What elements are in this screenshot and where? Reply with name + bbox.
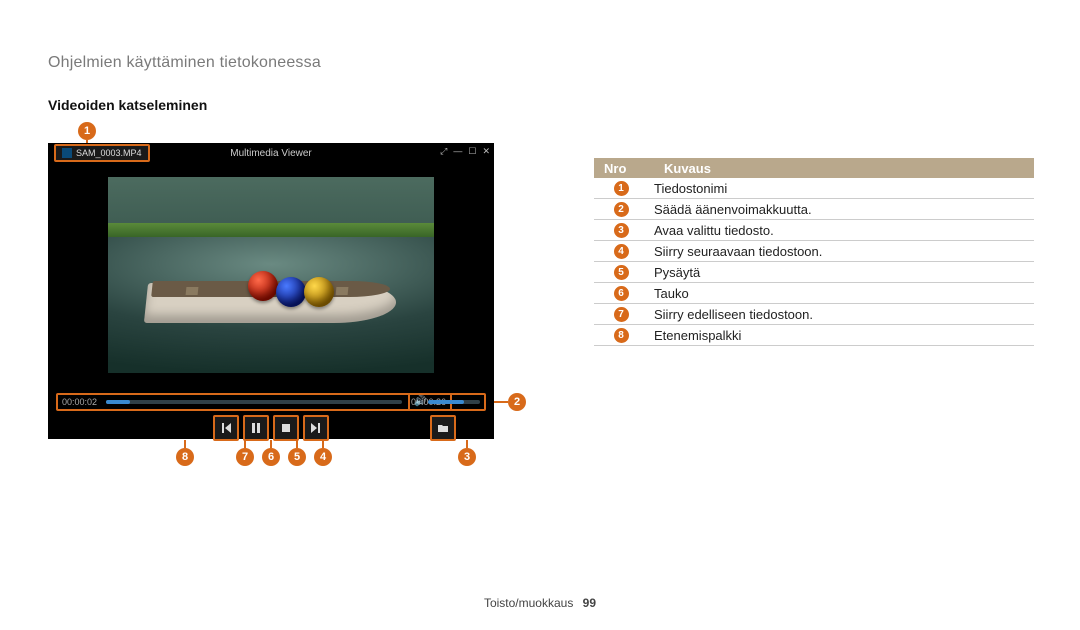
footer-page: 99 (583, 596, 596, 610)
stop-icon (280, 422, 292, 434)
minimize-icon[interactable]: — (453, 146, 462, 157)
legend-table: Nro Kuvaus 1 Tiedostonimi 2 Säädä äänenv… (594, 158, 1034, 346)
prev-button[interactable] (213, 415, 239, 441)
skip-next-icon (310, 422, 322, 434)
row-desc: Tauko (648, 286, 1034, 301)
row-num: 7 (614, 307, 629, 322)
table-row: 2 Säädä äänenvoimakkuutta. (594, 199, 1034, 220)
callout-6: 6 (262, 448, 280, 466)
row-num: 1 (614, 181, 629, 196)
volume-control[interactable]: 🔊 (408, 393, 486, 411)
folder-icon (437, 422, 449, 434)
callout-1: 1 (78, 122, 96, 140)
row-desc: Etenemispalkki (648, 328, 1034, 343)
time-current: 00:00:02 (62, 397, 106, 407)
row-num: 3 (614, 223, 629, 238)
volume-fill (428, 400, 464, 404)
video-canvas (108, 177, 434, 373)
pause-icon (250, 422, 262, 434)
pause-button[interactable] (243, 415, 269, 441)
row-desc: Tiedostonimi (648, 181, 1034, 196)
callout-2-line (494, 401, 508, 403)
page-title: Ohjelmien käyttäminen tietokoneessa (48, 54, 321, 72)
progress-track[interactable] (106, 400, 402, 404)
maximize-icon[interactable]: ☐ (468, 146, 476, 157)
scene-ball-yellow (304, 277, 334, 307)
progress-bar[interactable]: 00:00:02 00:00:26 (56, 393, 452, 411)
table-row: 5 Pysäytä (594, 262, 1034, 283)
close-icon[interactable]: ✕ (482, 146, 490, 157)
expand-icon[interactable]: ⤢ (440, 146, 447, 157)
titlebar: SAM_0003.MP4 Multimedia Viewer ⤢ — ☐ ✕ (48, 143, 494, 163)
next-button[interactable] (303, 415, 329, 441)
scene-ball-blue (276, 277, 306, 307)
window-buttons: ⤢ — ☐ ✕ (440, 146, 490, 157)
callout-7: 7 (236, 448, 254, 466)
callout-8-line (184, 440, 186, 448)
callout-5: 5 (288, 448, 306, 466)
multimedia-viewer-window: SAM_0003.MP4 Multimedia Viewer ⤢ — ☐ ✕ 0… (48, 143, 494, 439)
callout-3: 3 (458, 448, 476, 466)
row-num: 5 (614, 265, 629, 280)
scene-ball-red (248, 271, 278, 301)
filename-thumb (62, 148, 72, 158)
callout-5-line (296, 440, 298, 448)
callout-7-line (244, 440, 246, 448)
skip-prev-icon (220, 422, 232, 434)
volume-track[interactable] (428, 400, 480, 404)
page-footer: Toisto/muokkaus 99 (0, 596, 1080, 610)
table-row: 8 Etenemispalkki (594, 325, 1034, 346)
row-desc: Säädä äänenvoimakkuutta. (648, 202, 1034, 217)
row-num: 2 (614, 202, 629, 217)
stop-button[interactable] (273, 415, 299, 441)
table-row: 7 Siirry edelliseen tiedostoon. (594, 304, 1034, 325)
callout-4-line (322, 440, 324, 448)
row-num: 4 (614, 244, 629, 259)
row-desc: Siirry seuraavaan tiedostoon. (648, 244, 1034, 259)
open-file-button[interactable] (430, 415, 456, 441)
row-desc: Avaa valittu tiedosto. (648, 223, 1034, 238)
callout-6-line (270, 440, 272, 448)
callout-4: 4 (314, 448, 332, 466)
legend-table-head: Nro Kuvaus (594, 158, 1034, 178)
footer-label: Toisto/muokkaus (484, 596, 573, 610)
filename-text: SAM_0003.MP4 (76, 148, 142, 158)
speaker-icon[interactable]: 🔊 (414, 397, 424, 407)
callout-3-line (466, 440, 468, 448)
table-row: 3 Avaa valittu tiedosto. (594, 220, 1034, 241)
callout-8: 8 (176, 448, 194, 466)
row-num: 8 (614, 328, 629, 343)
th-nro: Nro (594, 161, 658, 176)
playback-buttons (48, 415, 494, 439)
table-row: 1 Tiedostonimi (594, 178, 1034, 199)
row-desc: Siirry edelliseen tiedostoon. (648, 307, 1034, 322)
row-num: 6 (614, 286, 629, 301)
table-row: 6 Tauko (594, 283, 1034, 304)
callout-2: 2 (508, 393, 526, 411)
progress-fill (106, 400, 130, 404)
filename-chip: SAM_0003.MP4 (54, 144, 150, 162)
boat-seat-3 (336, 287, 349, 295)
table-row: 4 Siirry seuraavaan tiedostoon. (594, 241, 1034, 262)
row-desc: Pysäytä (648, 265, 1034, 280)
boat-seat-1 (186, 287, 199, 295)
section-title: Videoiden katseleminen (48, 97, 207, 113)
th-kuvaus: Kuvaus (658, 161, 1034, 176)
